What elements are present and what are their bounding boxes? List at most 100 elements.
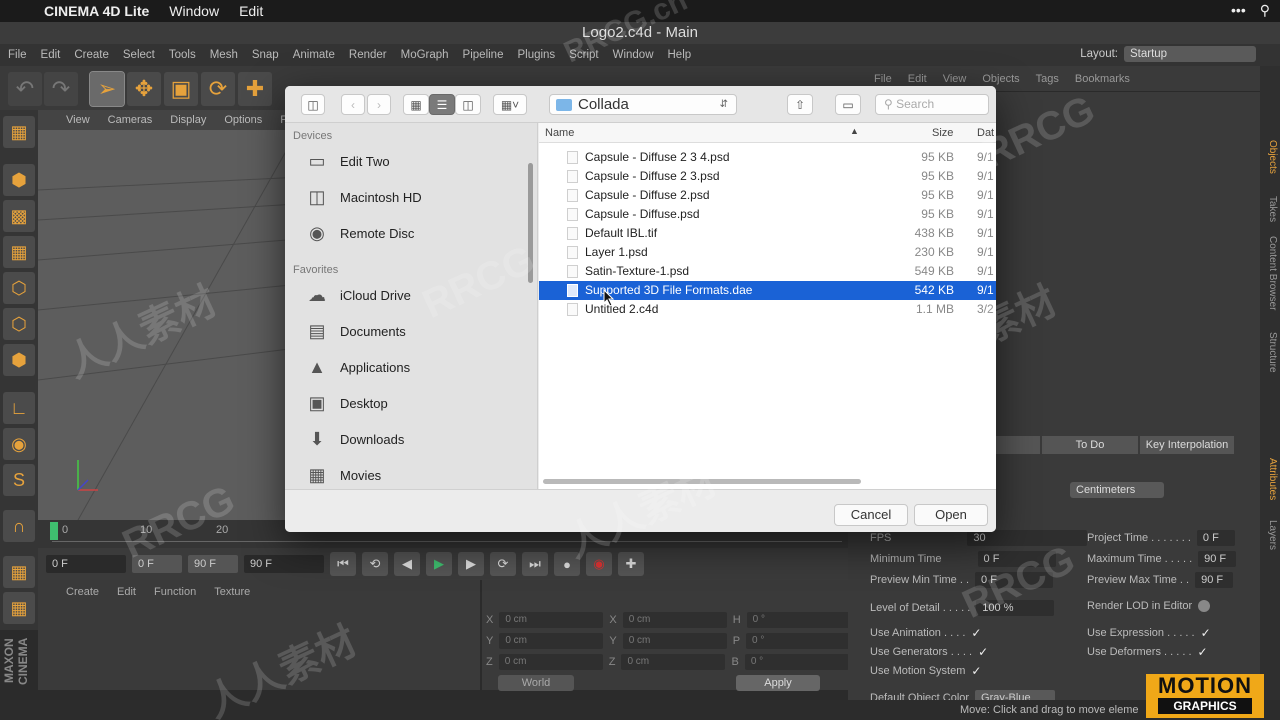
- use-motion-checkbox[interactable]: ✓: [971, 665, 983, 677]
- vp-menu-display[interactable]: Display: [170, 114, 206, 126]
- fps-field[interactable]: 30: [967, 530, 1088, 546]
- c4d-menu-help[interactable]: Help: [668, 49, 692, 61]
- prev-key-icon[interactable]: ⟲: [362, 552, 388, 576]
- file-row[interactable]: Capsule - Diffuse.psd 95 KB 9/1: [539, 205, 996, 224]
- sidebar-toggle-icon[interactable]: ◫: [301, 94, 325, 115]
- add-tool-icon[interactable]: ✚: [238, 72, 272, 106]
- sidebar-scrollbar[interactable]: [528, 163, 533, 283]
- file-row[interactable]: Default IBL.tif 438 KB 9/1: [539, 224, 996, 243]
- tag-icon[interactable]: ▭: [835, 94, 861, 115]
- scale-tool-icon[interactable]: ▣: [164, 72, 198, 106]
- vp-menu-options[interactable]: Options: [224, 114, 262, 126]
- c4d-menu-snap[interactable]: Snap: [252, 49, 279, 61]
- preview-max-field[interactable]: 90 F: [1195, 572, 1234, 588]
- range-start-field[interactable]: 0 F: [132, 555, 182, 573]
- obj-menu-view[interactable]: View: [943, 73, 967, 85]
- column-view-icon[interactable]: ◫: [455, 94, 481, 115]
- column-name[interactable]: Name: [545, 127, 574, 139]
- make-editable-icon[interactable]: ▦: [3, 116, 35, 148]
- c4d-menu-select[interactable]: Select: [123, 49, 155, 61]
- obj-menu-edit[interactable]: Edit: [908, 73, 927, 85]
- play-icon[interactable]: ▶: [426, 552, 452, 576]
- back-icon[interactable]: ‹: [341, 94, 365, 115]
- go-to-end-icon[interactable]: ⏭: [522, 552, 548, 576]
- file-row[interactable]: Capsule - Diffuse 2 3 4.psd 95 KB 9/1: [539, 148, 996, 167]
- next-key-icon[interactable]: ⟳: [490, 552, 516, 576]
- range-end-field[interactable]: 90 F: [188, 555, 238, 573]
- render-lod-toggle[interactable]: [1198, 600, 1211, 612]
- icon-view-icon[interactable]: ▦: [403, 94, 429, 115]
- undo-icon[interactable]: ↶: [8, 72, 42, 106]
- size-z-field[interactable]: 0 cm: [621, 654, 726, 670]
- apply-button[interactable]: Apply: [736, 675, 820, 691]
- rot-h-field[interactable]: 0 °: [746, 612, 851, 628]
- keyframe-selection-icon[interactable]: ✚: [618, 552, 644, 576]
- menu-app-name[interactable]: CINEMA 4D Lite: [44, 3, 149, 19]
- file-row[interactable]: Capsule - Diffuse 2 3.psd 95 KB 9/1: [539, 167, 996, 186]
- sidebar-item-edit-two[interactable]: ▭ Edit Two: [301, 146, 389, 176]
- go-to-start-icon[interactable]: ⏮: [330, 552, 356, 576]
- obj-menu-bookmarks[interactable]: Bookmarks: [1075, 73, 1130, 85]
- layout-dropdown[interactable]: Startup: [1124, 46, 1256, 62]
- redo-icon[interactable]: ↷: [44, 72, 78, 106]
- vtab-content-browser[interactable]: Content Browser: [1262, 236, 1278, 310]
- c4d-menu-create[interactable]: Create: [74, 49, 109, 61]
- vtab-takes[interactable]: Takes: [1262, 196, 1278, 222]
- spotlight-search-icon[interactable]: ⚲: [1260, 2, 1270, 19]
- rot-p-field[interactable]: 0 °: [746, 633, 851, 649]
- autokey-icon[interactable]: ◉: [586, 552, 612, 576]
- c4d-menu-render[interactable]: Render: [349, 49, 387, 61]
- c4d-menu-window[interactable]: Window: [613, 49, 654, 61]
- polygons-mode-icon[interactable]: ⬢: [3, 344, 35, 376]
- sidebar-item-downloads[interactable]: ⬇ Downloads: [301, 424, 404, 454]
- planar-workplane-icon[interactable]: ▦: [3, 592, 35, 624]
- c4d-menu-script[interactable]: Script: [569, 49, 598, 61]
- vp-menu-cameras[interactable]: Cameras: [108, 114, 153, 126]
- lod-field[interactable]: 100 %: [976, 600, 1055, 616]
- column-size[interactable]: Size: [932, 127, 953, 139]
- next-frame-icon[interactable]: ▶: [458, 552, 484, 576]
- file-row[interactable]: Capsule - Diffuse 2.psd 95 KB 9/1: [539, 186, 996, 205]
- sidebar-item-macintosh-hd[interactable]: ◫ Macintosh HD: [301, 182, 421, 212]
- move-tool-icon[interactable]: ✥: [127, 72, 161, 106]
- sidebar-item-documents[interactable]: ▤ Documents: [301, 316, 405, 346]
- selection-tool-icon[interactable]: ➢: [89, 71, 125, 107]
- column-date[interactable]: Dat: [977, 127, 994, 139]
- sidebar-item-icloud-drive[interactable]: ☁ iCloud Drive: [301, 280, 411, 310]
- edges-mode-icon[interactable]: ⬡: [3, 308, 35, 340]
- arrange-icon[interactable]: ▦˅: [493, 94, 527, 115]
- magnet-icon[interactable]: ∩: [3, 510, 35, 542]
- rotate-tool-icon[interactable]: ⟳: [201, 72, 235, 106]
- path-dropdown[interactable]: Collada ⇵: [549, 94, 737, 115]
- project-time-field[interactable]: 0 F: [1196, 530, 1235, 546]
- menu-edit[interactable]: Edit: [239, 3, 263, 19]
- end-frame-field[interactable]: 90 F: [244, 555, 324, 573]
- c4d-menu-mesh[interactable]: Mesh: [210, 49, 238, 61]
- mat-menu-create[interactable]: Create: [66, 586, 99, 598]
- file-row[interactable]: Satin-Texture-1.psd 549 KB 9/1: [539, 262, 996, 281]
- snapping-icon[interactable]: S: [3, 464, 35, 496]
- record-keys-icon[interactable]: ●: [554, 552, 580, 576]
- pos-x-field[interactable]: 0 cm: [499, 612, 604, 628]
- vtab-attributes[interactable]: Attributes: [1262, 458, 1278, 500]
- c4d-menu-animate[interactable]: Animate: [293, 49, 335, 61]
- use-animation-checkbox[interactable]: ✓: [971, 627, 983, 639]
- c4d-menu-file[interactable]: File: [8, 49, 27, 61]
- obj-menu-file[interactable]: File: [874, 73, 892, 85]
- prev-frame-icon[interactable]: ◀: [394, 552, 420, 576]
- min-time-field[interactable]: 0 F: [977, 551, 1056, 567]
- pos-z-field[interactable]: 0 cm: [498, 654, 603, 670]
- search-input[interactable]: ⚲ Search: [875, 94, 989, 115]
- open-button[interactable]: Open: [914, 504, 988, 526]
- use-deformers-checkbox[interactable]: ✓: [1198, 646, 1210, 658]
- obj-menu-tags[interactable]: Tags: [1036, 73, 1059, 85]
- start-frame-field[interactable]: 0 F: [46, 555, 126, 573]
- vtab-layers[interactable]: Layers: [1262, 520, 1278, 550]
- use-generators-checkbox[interactable]: ✓: [978, 646, 990, 658]
- obj-menu-objects[interactable]: Objects: [982, 73, 1019, 85]
- more-icon[interactable]: •••: [1231, 2, 1246, 19]
- sidebar-item-applications[interactable]: ▲ Applications: [301, 352, 410, 382]
- horizontal-scrollbar[interactable]: [543, 479, 861, 484]
- vp-menu-view[interactable]: View: [66, 114, 90, 126]
- menu-window[interactable]: Window: [169, 3, 219, 19]
